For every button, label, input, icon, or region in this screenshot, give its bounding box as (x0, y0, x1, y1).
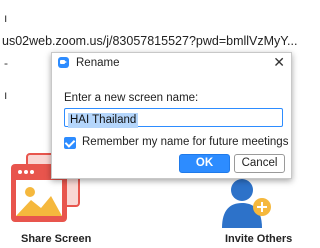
ok-button[interactable]: OK (179, 154, 230, 173)
rename-dialog: Rename ✕ Enter a new screen name: HAI Th… (51, 52, 292, 179)
meeting-url: us02web.zoom.us/j/83057815527?pwd=bmllVz… (2, 34, 297, 48)
screen-name-prompt: Enter a new screen name: (64, 92, 199, 104)
checkbox-checked-icon[interactable] (64, 137, 76, 149)
close-icon[interactable]: ✕ (273, 54, 285, 70)
dialog-titlebar: Rename ✕ (52, 53, 291, 73)
remember-name-label[interactable]: Remember my name for future meetings (82, 136, 288, 148)
background-fragment-3: ı (4, 88, 8, 102)
background-fragment-2: - (4, 56, 8, 70)
zoom-app-icon (58, 57, 69, 68)
screen-name-value[interactable]: HAI Thailand (68, 113, 139, 128)
dialog-title: Rename (76, 57, 120, 69)
invite-others-label[interactable]: Invite Others (225, 233, 292, 245)
background-fragment-1: ı (4, 11, 8, 25)
invite-others-icon[interactable] (220, 176, 276, 228)
screen-name-input[interactable]: HAI Thailand (64, 108, 283, 128)
share-screen-label[interactable]: Share Screen (21, 233, 91, 245)
cancel-button[interactable]: Cancel (234, 154, 285, 173)
